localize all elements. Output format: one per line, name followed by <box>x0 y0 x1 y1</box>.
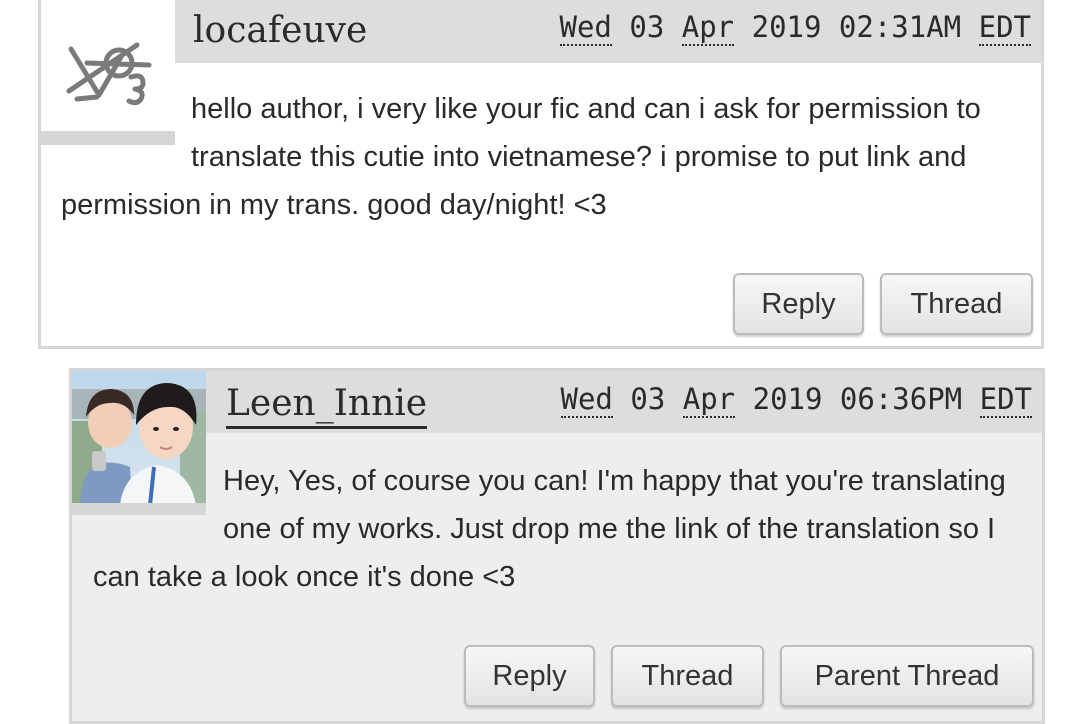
reply-button[interactable]: Reply <box>464 645 595 707</box>
reply-comment: Leen_Innie Wed 03 Apr 2019 06:36PM EDT H… <box>69 368 1045 724</box>
comment-actions: Reply Thread <box>733 273 1033 335</box>
timestamp-time: 06:36PM <box>839 382 963 416</box>
avatar-float-spacer <box>61 85 191 181</box>
avatar-float-spacer <box>93 457 223 553</box>
timestamp-date: 03 <box>630 382 666 416</box>
reply-button[interactable]: Reply <box>733 273 864 335</box>
timestamp-year: 2019 <box>752 382 823 416</box>
timestamp-month: Apr <box>681 10 735 46</box>
thread-button[interactable]: Thread <box>611 645 764 707</box>
comment-timestamp: Wed 03 Apr 2019 06:36PM EDT <box>560 382 1032 418</box>
comment-body: hello author, i very like your fic and c… <box>61 85 1041 229</box>
timestamp-timezone: EDT <box>978 10 1031 46</box>
timestamp-day: Wed <box>560 382 613 418</box>
timestamp-date: 03 <box>629 10 665 44</box>
timestamp-year: 2019 <box>751 10 822 44</box>
username-link[interactable]: Leen_Innie <box>226 386 428 429</box>
timestamp-time: 02:31AM <box>838 10 962 44</box>
comment-body-text: Hey, Yes, of course you can! I'm happy t… <box>93 465 1006 593</box>
comment-timestamp: Wed 03 Apr 2019 02:31AM EDT <box>559 10 1031 46</box>
comment-actions: Reply Thread Parent Thread <box>464 645 1034 707</box>
comment-body-text: hello author, i very like your fic and c… <box>61 93 981 221</box>
thread-button[interactable]: Thread <box>880 273 1033 335</box>
comment: locafeuve Wed 03 Apr 2019 02:31AM EDT he… <box>38 0 1044 349</box>
parent-thread-button[interactable]: Parent Thread <box>780 645 1034 707</box>
timestamp-timezone: EDT <box>979 382 1032 418</box>
timestamp-month: Apr <box>682 382 736 418</box>
comment-body: Hey, Yes, of course you can! I'm happy t… <box>93 457 1013 601</box>
timestamp-day: Wed <box>559 10 612 46</box>
username-link[interactable]: locafeuve <box>193 13 367 49</box>
